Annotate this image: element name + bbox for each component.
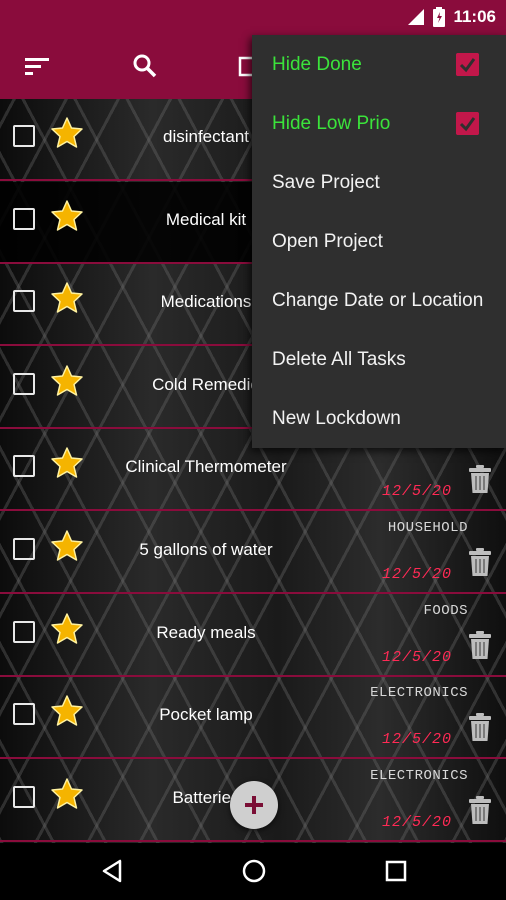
menu-item-label: Hide Low Prio: [272, 113, 391, 134]
checkbox-checked-icon[interactable]: [456, 53, 479, 76]
plus-icon: [245, 796, 263, 814]
task-row[interactable]: Ready meals FOODS 12/5/20: [0, 595, 506, 677]
task-date: 12/5/20: [381, 813, 452, 831]
checkbox-checked-icon[interactable]: [456, 112, 479, 135]
status-time: 11:06: [453, 7, 496, 26]
menu-item-hide-low-prio[interactable]: Hide Low Prio: [252, 94, 506, 153]
task-date: 12/5/20: [381, 648, 452, 666]
back-icon[interactable]: [98, 856, 128, 886]
star-icon[interactable]: [50, 777, 84, 811]
menu-item-new-lockdown[interactable]: New Lockdown: [252, 389, 506, 448]
star-icon[interactable]: [50, 612, 84, 646]
task-name: Clinical Thermometer: [125, 457, 287, 477]
task-name: Batteries: [172, 787, 240, 807]
task-checkbox[interactable]: [13, 372, 35, 395]
menu-item-save-project[interactable]: Save Project: [252, 153, 506, 212]
task-checkbox[interactable]: [13, 207, 35, 230]
menu-item-change-date-or-location[interactable]: Change Date or Location: [252, 271, 506, 330]
star-icon[interactable]: [50, 694, 84, 728]
trash-icon[interactable]: [468, 795, 492, 825]
star-icon[interactable]: [50, 364, 84, 398]
task-date: 12/5/20: [381, 483, 452, 501]
menu-item-delete-all-tasks[interactable]: Delete All Tasks: [252, 330, 506, 389]
task-name: 5 gallons of water: [139, 540, 273, 559]
navigation-bar: [0, 843, 506, 900]
menu-item-label: Delete All Tasks: [272, 349, 406, 370]
menu-item-label: Open Project: [272, 231, 383, 252]
star-icon[interactable]: [50, 116, 84, 150]
menu-item-label: Save Project: [272, 172, 380, 193]
overflow-menu: Hide Done Hide Low Prio Save Project Open P…: [252, 35, 506, 448]
trash-icon[interactable]: [468, 464, 492, 494]
star-icon[interactable]: [50, 281, 84, 315]
menu-item-label: Hide Done: [272, 54, 362, 75]
task-date: 12/5/20: [381, 731, 452, 749]
add-task-button[interactable]: [230, 781, 278, 829]
trash-icon[interactable]: [468, 630, 492, 660]
status-icons: 11:06: [407, 5, 496, 29]
task-checkbox[interactable]: [13, 125, 35, 147]
menu-item-hide-done[interactable]: Hide Done: [252, 35, 506, 94]
battery-icon: [433, 7, 446, 27]
sort-icon[interactable]: [22, 51, 52, 81]
menu-item-label: Change Date or Location: [272, 290, 484, 311]
task-category: FOODS: [423, 602, 468, 619]
task-name: Pocket lamp: [159, 705, 253, 725]
menu-item-open-project[interactable]: Open Project: [252, 212, 506, 271]
recents-icon[interactable]: [381, 856, 411, 886]
trash-icon[interactable]: [468, 712, 492, 742]
task-row[interactable]: Pocket lamp ELECTRONICS 12/5/20: [0, 677, 506, 760]
task-checkbox[interactable]: [13, 538, 35, 560]
task-checkbox[interactable]: [13, 620, 35, 643]
task-checkbox[interactable]: [13, 703, 35, 726]
status-bar: 11:06: [0, 0, 506, 33]
task-category: HOUSEHOLD: [387, 520, 468, 536]
task-row[interactable]: 5 gallons of water HOUSEHOLD 12/5/20: [0, 512, 506, 594]
task-category: ELECTRONICS: [370, 685, 468, 702]
home-icon[interactable]: [239, 856, 269, 886]
star-icon[interactable]: [50, 446, 84, 480]
trash-icon[interactable]: [468, 547, 492, 577]
task-checkbox[interactable]: [13, 785, 35, 808]
task-date: 12/5/20: [381, 566, 452, 583]
task-checkbox[interactable]: [13, 455, 35, 478]
star-icon[interactable]: [50, 199, 84, 233]
search-icon[interactable]: [130, 51, 160, 81]
task-category: ELECTRONICS: [370, 767, 468, 784]
menu-item-label: New Lockdown: [272, 408, 401, 429]
task-name: Ready meals: [156, 622, 256, 642]
signal-icon: [408, 9, 425, 25]
star-icon[interactable]: [50, 529, 84, 563]
task-checkbox[interactable]: [13, 290, 35, 313]
